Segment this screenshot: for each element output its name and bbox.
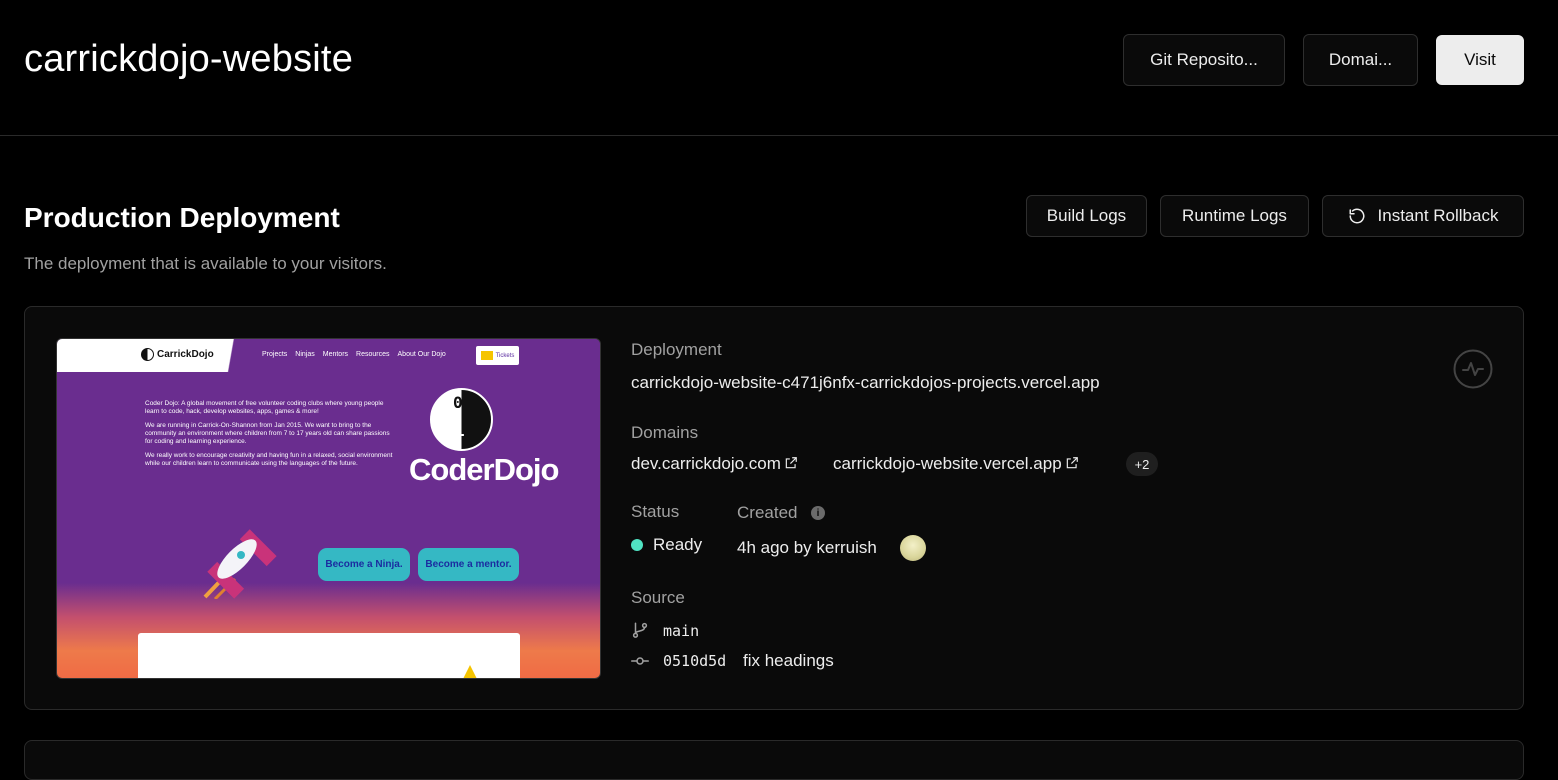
created-label: Created [737, 503, 798, 522]
status-value: Ready [653, 535, 703, 554]
deployment-preview[interactable]: CarrickDojo Projects Ninjas Mentors Reso… [56, 338, 601, 679]
next-card [24, 740, 1524, 780]
production-deployment-subtitle: The deployment that is available to your… [24, 254, 387, 273]
deployment-url-link[interactable]: carrickdojo-website-c471j6nfx-carrickdoj… [631, 373, 1100, 393]
preview-cta-mentor: Become a mentor. [418, 548, 519, 581]
preview-tickets-button: Tickets [476, 346, 519, 365]
runtime-logs-button[interactable]: Runtime Logs [1160, 195, 1309, 237]
avatar[interactable] [900, 535, 926, 561]
ticket-icon [480, 351, 493, 360]
preview-cta-ninja: Become a Ninja. [318, 548, 410, 581]
activity-icon[interactable] [1453, 349, 1493, 389]
more-domains-badge[interactable]: +2 [1126, 452, 1158, 476]
domain-text: carrickdojo-website.vercel.app [833, 454, 1062, 473]
external-link-icon [1066, 457, 1078, 469]
visit-button[interactable]: Visit [1436, 35, 1524, 85]
project-header: carrickdojo-website Git Reposito... Doma… [0, 0, 1558, 136]
build-logs-button[interactable]: Build Logs [1026, 195, 1147, 237]
domain-text: dev.carrickdojo.com [631, 454, 781, 473]
preview-brand: CoderDojo [409, 452, 559, 487]
git-commit-icon [631, 657, 649, 665]
preview-paragraph: We really work to encourage creativity a… [145, 452, 393, 467]
rollback-icon [1349, 208, 1364, 224]
preview-nav-link: Resources [356, 351, 390, 358]
preview-tickets-label: Tickets [495, 352, 515, 359]
preview-navbar: CarrickDojo Projects Ninjas Mentors Reso… [57, 339, 600, 372]
preview-nav-link: About Our Dojo [397, 351, 446, 358]
git-branch-icon [632, 622, 648, 638]
status-label: Status [631, 502, 680, 521]
commit-message[interactable]: fix headings [743, 651, 834, 671]
deployment-card: CarrickDojo Projects Ninjas Mentors Reso… [24, 306, 1524, 710]
deployment-label: Deployment [631, 340, 722, 359]
external-link-icon [785, 457, 797, 469]
preview-triangle-icon [462, 665, 478, 678]
created-value: 4h ago by kerruish [737, 538, 877, 557]
logo-digit-bottom: 1 [455, 421, 465, 440]
coderdojo-logo-icon: 0 1 [430, 388, 493, 451]
logo-digit-top: 0 [453, 393, 463, 412]
status-dot [631, 539, 643, 551]
preview-paragraph: We are running in Carrick-On-Shannon fro… [145, 422, 390, 445]
preview-intro-text: Coder Dojo: A global movement of free vo… [145, 400, 395, 474]
instant-rollback-label: Instant Rollback [1377, 206, 1499, 225]
commit-hash-link[interactable]: 0510d5d [663, 652, 726, 670]
preview-nav-link: Ninjas [295, 351, 315, 358]
production-deployment-title: Production Deployment [24, 202, 340, 233]
preview-logo: CarrickDojo [141, 348, 214, 361]
domain-link-dev[interactable]: dev.carrickdojo.com [631, 454, 798, 474]
info-icon[interactable]: i [811, 506, 825, 520]
yin-yang-icon [141, 348, 154, 361]
branch-link[interactable]: main [663, 622, 699, 640]
preview-paragraph: Coder Dojo: A global movement of free vo… [145, 400, 384, 415]
preview-nav-link: Projects [262, 351, 288, 358]
source-label: Source [631, 588, 685, 607]
rocket-icon [203, 529, 277, 599]
preview-nav-links: Projects Ninjas Mentors Resources About … [262, 351, 446, 358]
preview-nav-link: Mentors [322, 351, 349, 358]
domain-link-vercel[interactable]: carrickdojo-website.vercel.app [833, 454, 1079, 474]
instant-rollback-button[interactable]: Instant Rollback [1322, 195, 1524, 237]
preview-logo-text: CarrickDojo [157, 349, 214, 360]
git-repository-button[interactable]: Git Reposito... [1123, 34, 1285, 86]
domains-button[interactable]: Domai... [1303, 34, 1418, 86]
project-title: carrickdojo-website [24, 38, 354, 80]
domains-label: Domains [631, 423, 699, 442]
